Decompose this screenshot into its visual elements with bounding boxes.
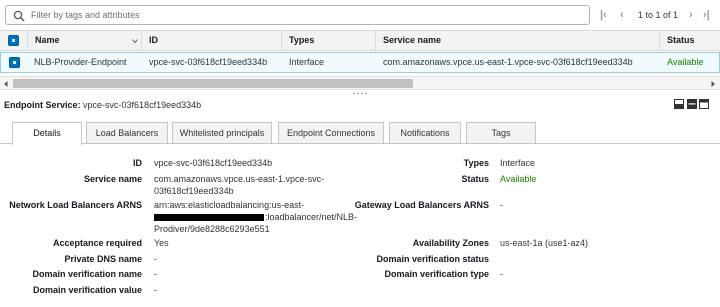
first-page-button[interactable]: |‹: [600, 7, 607, 23]
column-header-types[interactable]: Types: [281, 31, 375, 50]
layout-bottom-pane-icon[interactable]: [674, 99, 684, 109]
details-title-label: Endpoint Service:: [4, 100, 81, 110]
id-label: ID: [133, 158, 142, 168]
table-header: Name ID Types Service name Status: [0, 30, 720, 51]
acceptance-required-label: Acceptance required: [52, 238, 142, 248]
scroll-right-icon[interactable]: [708, 79, 718, 89]
nlb-arns-value-line1: arn:aws:elasticloadbalancing:us-east-: [154, 200, 305, 210]
chevron-down-icon[interactable]: [132, 38, 138, 44]
select-all-checkbox[interactable]: [8, 35, 19, 46]
domain-verification-name-value: -: [154, 269, 157, 279]
domain-verification-status-label: Domain verification status: [376, 254, 489, 264]
types-label: Types: [463, 158, 489, 168]
domain-verification-name-label: Domain verification name: [32, 269, 142, 279]
availability-zones-value: us-east-1a (use1-az4): [500, 238, 589, 248]
id-value: vpce-svc-03f618cf19eed334b: [154, 158, 273, 168]
tab-load-balancers[interactable]: Load Balancers: [86, 122, 168, 143]
details-pane-title: Endpoint Service: vpce-svc-03f618cf19eed…: [4, 98, 201, 112]
row-type: Interface: [289, 57, 325, 67]
scrollbar-thumb[interactable]: [13, 79, 413, 88]
column-header-name[interactable]: Name: [27, 31, 140, 50]
private-dns-value: -: [154, 254, 157, 264]
tab-endpoint-connections[interactable]: Endpoint Connections: [278, 122, 384, 143]
layout-split-pane-icon[interactable]: [686, 99, 697, 109]
service-name-value-line1: com.amazonaws.vpce.us-east-1.vpce-svc-: [154, 174, 325, 184]
pagination-text: 1 to 1 of 1: [638, 10, 679, 20]
private-dns-label: Private DNS name: [64, 254, 142, 264]
details-tabs: Details Load Balancers Whitelisted princ…: [0, 122, 720, 145]
gateway-lb-arns-label: Gateway Load Balancers ARNS: [354, 200, 489, 210]
tab-tags[interactable]: Tags: [466, 122, 536, 143]
service-name-label: Service name: [83, 174, 142, 184]
domain-verification-value-value: -: [154, 285, 157, 295]
pagination: |‹ ‹ 1 to 1 of 1 › ›|: [596, 7, 720, 23]
domain-verification-type-value: -: [500, 269, 503, 279]
acceptance-required-value: Yes: [154, 238, 169, 248]
gateway-lb-arns-value: -: [500, 200, 503, 210]
prev-page-button[interactable]: ‹: [620, 7, 624, 23]
last-page-button[interactable]: ›|: [703, 7, 710, 23]
nlb-arns-label: Network Load Balancers ARNS: [9, 200, 142, 210]
search-icon: [13, 10, 25, 22]
availability-zones-label: Availability Zones: [412, 238, 489, 248]
filter-box[interactable]: [5, 5, 590, 25]
nlb-arns-value-line3: Prodiver/9de8288c6293e551: [154, 224, 270, 234]
next-page-button[interactable]: ›: [689, 7, 693, 23]
types-value: Interface: [500, 158, 536, 168]
column-header-status[interactable]: Status: [659, 31, 720, 50]
layout-top-pane-icon[interactable]: [699, 99, 710, 109]
drag-handle-icon[interactable]: [352, 92, 368, 95]
column-header-service-name-label: Service name: [383, 35, 442, 45]
horizontal-scrollbar[interactable]: [0, 76, 720, 90]
table-row[interactable]: NLB-Provider-Endpoint vpce-svc-03f618cf1…: [0, 52, 720, 73]
row-status: Available: [667, 57, 704, 67]
service-name-value-line2: 03f618cf19eed334b: [154, 186, 234, 196]
pane-splitter[interactable]: [0, 90, 720, 97]
filter-input[interactable]: [31, 8, 581, 22]
domain-verification-type-label: Domain verification type: [384, 269, 489, 279]
row-id: vpce-svc-03f618cf19eed334b: [149, 57, 268, 67]
column-header-name-label: Name: [35, 35, 60, 45]
nlb-arns-line2-suffix: :loadbalancer/net/NLB-: [265, 212, 358, 222]
nlb-arns-value-line2: :loadbalancer/net/NLB-: [154, 212, 357, 223]
layout-toggle: [674, 99, 716, 110]
row-checkbox[interactable]: [9, 57, 20, 68]
filter-toolbar: |‹ ‹ 1 to 1 of 1 › ›|: [0, 0, 720, 30]
scroll-left-icon[interactable]: [1, 79, 11, 89]
column-header-id[interactable]: ID: [141, 31, 281, 50]
details-title-value: vpce-svc-03f618cf19eed334b: [83, 100, 202, 110]
column-header-service-name[interactable]: Service name: [375, 31, 659, 50]
tab-whitelisted-principals[interactable]: Whitelisted principals: [172, 122, 272, 143]
tab-details[interactable]: Details: [12, 122, 82, 145]
row-name: NLB-Provider-Endpoint: [34, 57, 127, 67]
column-header-types-label: Types: [289, 35, 315, 45]
tab-notifications[interactable]: Notifications: [389, 122, 461, 143]
status-value: Available: [500, 174, 537, 184]
row-service-name: com.amazonaws.vpce.us-east-1.vpce-svc-03…: [383, 57, 633, 67]
status-label: Status: [461, 174, 489, 184]
column-header-id-label: ID: [149, 35, 158, 45]
column-header-status-label: Status: [667, 35, 695, 45]
domain-verification-value-label: Domain verification value: [32, 285, 142, 295]
redacted-account-id: [154, 214, 264, 222]
